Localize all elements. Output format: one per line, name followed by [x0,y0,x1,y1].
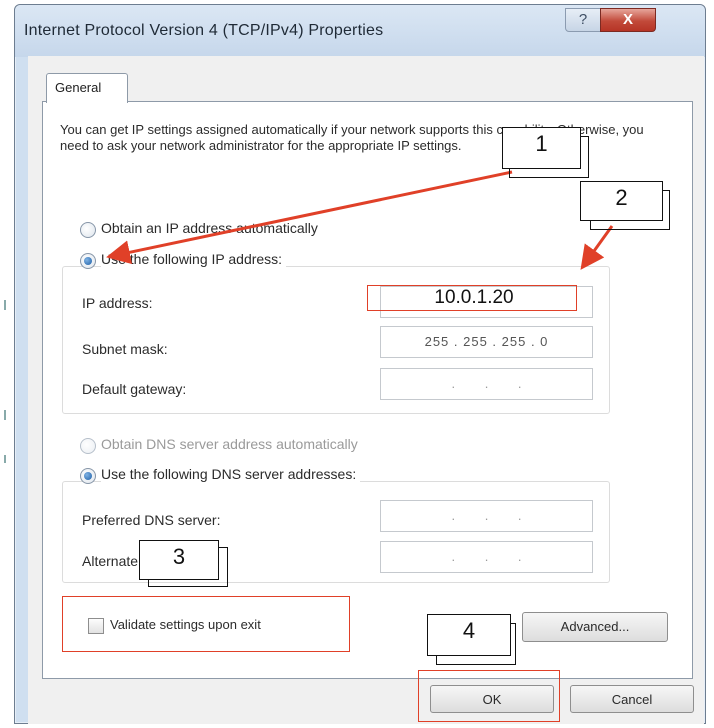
tab-general[interactable]: General [46,73,128,103]
highlight-validate [62,596,350,652]
arrow-annotation-2 [580,225,614,270]
annotation-label-4: 4 [427,614,511,656]
highlight-ip-address [367,285,577,311]
arrow-annotation-1 [106,170,513,265]
highlight-ok [418,670,560,722]
annotation-label-3: 3 [139,540,219,580]
annotation-label-2: 2 [580,181,663,221]
annotation-label-1: 1 [502,127,581,169]
